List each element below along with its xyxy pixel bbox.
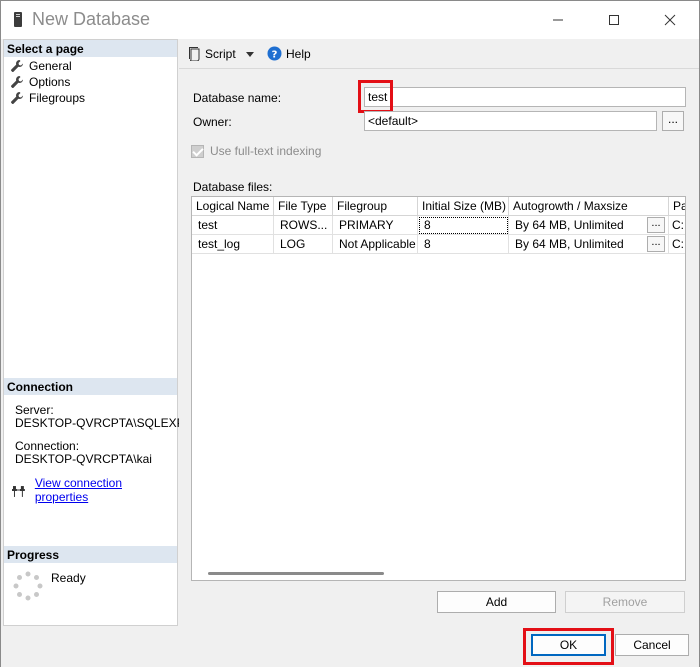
server-value: DESKTOP-QVRCPTA\SQLEXPRE (15, 416, 202, 430)
cell-autogrowth[interactable]: By 64 MB, Unlimited ... (509, 216, 669, 235)
script-button[interactable]: Script (186, 46, 236, 61)
minimize-button[interactable] (530, 1, 586, 39)
page-filegroups-label: Filegroups (29, 91, 86, 105)
remove-button[interactable]: Remove (565, 591, 685, 613)
connection-header: Connection (4, 378, 177, 395)
horizontal-scrollbar[interactable] (208, 572, 384, 575)
script-label: Script (205, 46, 236, 61)
cell-file-type[interactable]: ROWS... (274, 216, 333, 235)
column-header-path[interactable]: Pa (669, 197, 685, 216)
svg-text:?: ? (272, 50, 278, 61)
server-label: Server: (15, 403, 54, 417)
column-header-initial-size[interactable]: Initial Size (MB) (418, 197, 509, 216)
column-header-filegroup[interactable]: Filegroup (333, 197, 418, 216)
cell-path[interactable]: C: (669, 235, 685, 254)
page-options-label: Options (29, 75, 71, 89)
connection-properties-icon (12, 485, 25, 497)
cell-autogrowth-text: By 64 MB, Unlimited (515, 218, 624, 232)
cell-autogrowth-text: By 64 MB, Unlimited (515, 237, 624, 251)
page-options[interactable]: Options (10, 74, 70, 90)
cell-filegroup[interactable]: Not Applicable (333, 235, 418, 254)
owner-input[interactable]: <default> (364, 111, 657, 131)
progress-header: Progress (4, 546, 177, 563)
autogrowth-edit-button[interactable]: ... (647, 236, 665, 252)
column-header-logical-name[interactable]: Logical Name (192, 197, 274, 216)
page-general[interactable]: General (10, 58, 72, 74)
fulltext-indexing-row: Use full-text indexing (191, 144, 321, 158)
database-files-grid: Logical Name File Type Filegroup Initial… (191, 196, 686, 581)
add-button[interactable]: Add (437, 591, 556, 613)
help-button[interactable]: ? Help (267, 46, 311, 61)
window-title: New Database (32, 9, 151, 29)
close-icon (664, 14, 676, 26)
database-server-icon (14, 12, 22, 27)
wrench-icon (11, 76, 23, 88)
select-page-header: Select a page (4, 40, 177, 57)
title-bar: New Database (1, 1, 699, 39)
cell-filegroup[interactable]: PRIMARY (333, 216, 418, 235)
connection-label: Connection: (15, 439, 80, 453)
help-icon: ? (267, 46, 282, 61)
highlight-ok-button (523, 628, 614, 665)
database-files-label: Database files: (193, 180, 273, 194)
cell-path[interactable]: C: (669, 216, 685, 235)
close-button[interactable] (642, 1, 698, 39)
cell-autogrowth[interactable]: By 64 MB, Unlimited ... (509, 235, 669, 254)
table-row[interactable]: test_log LOG Not Applicable 8 By 64 MB, … (192, 235, 685, 254)
cell-file-type[interactable]: LOG (274, 235, 333, 254)
dialog-button-bar: OK Cancel (1, 626, 699, 667)
maximize-button[interactable] (586, 1, 642, 39)
wrench-icon (11, 60, 23, 72)
left-pane: Select a page General Options Filegroups… (3, 39, 201, 626)
database-name-label: Database name: (193, 91, 282, 105)
progress-spinner-icon (13, 571, 43, 601)
view-connection-properties[interactable]: View connection properties (12, 476, 177, 504)
view-connection-properties-link[interactable]: View connection properties (35, 476, 177, 504)
help-label: Help (286, 46, 311, 61)
table-row[interactable]: test ROWS... PRIMARY 8 By 64 MB, Unlimit… (192, 216, 685, 235)
progress-status: Ready (51, 571, 86, 585)
page-filegroups[interactable]: Filegroups (10, 90, 85, 106)
grid-header-row: Logical Name File Type Filegroup Initial… (192, 197, 685, 216)
cell-logical-name[interactable]: test (192, 216, 274, 235)
wrench-icon (11, 92, 23, 104)
fulltext-indexing-checkbox[interactable] (191, 144, 204, 158)
chevron-down-icon[interactable] (246, 52, 254, 57)
highlight-database-name (358, 80, 393, 113)
fulltext-indexing-label: Use full-text indexing (210, 144, 322, 158)
column-header-autogrowth[interactable]: Autogrowth / Maxsize (509, 197, 669, 216)
cell-initial-size[interactable]: 8 (418, 235, 509, 254)
cell-logical-name[interactable]: test_log (192, 235, 274, 254)
page-general-label: General (29, 59, 72, 73)
cell-initial-size[interactable]: 8 (418, 216, 509, 235)
toolbar: Script ? Help (179, 39, 699, 69)
autogrowth-edit-button[interactable]: ... (647, 217, 665, 233)
owner-label: Owner: (193, 115, 232, 129)
cancel-button[interactable]: Cancel (615, 634, 689, 656)
minimize-icon (553, 19, 563, 21)
database-name-input[interactable]: test (364, 87, 686, 107)
general-page-content: Database name: test Owner: <default> ...… (179, 70, 699, 626)
column-header-file-type[interactable]: File Type (274, 197, 333, 216)
connection-value: DESKTOP-QVRCPTA\kai (15, 452, 152, 466)
script-icon (189, 47, 200, 61)
maximize-icon (609, 15, 619, 25)
new-database-dialog: New Database Select a page General Optio… (0, 0, 700, 667)
owner-browse-button[interactable]: ... (662, 111, 684, 131)
